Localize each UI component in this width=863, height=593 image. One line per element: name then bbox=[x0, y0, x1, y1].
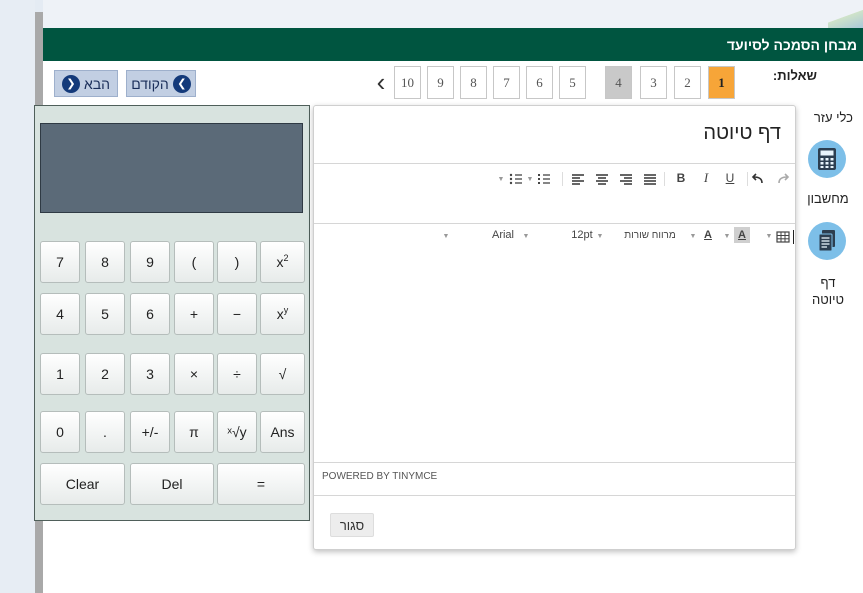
key-square[interactable]: x2 bbox=[260, 241, 305, 283]
bullet-list-dropdown-icon[interactable]: ▼ bbox=[497, 172, 505, 186]
footer-divider bbox=[314, 495, 795, 496]
calculator-panel: 7 8 9 ( ) x2 4 5 6 + − xy 1 2 3 × ÷ √ 0 … bbox=[34, 105, 310, 521]
toolbar-divider bbox=[664, 172, 665, 186]
chevron-right-icon: ❯ bbox=[172, 74, 191, 93]
numbered-list-icon[interactable] bbox=[536, 171, 552, 187]
draft-tool-label: דף טיוטה bbox=[800, 274, 856, 308]
calculator-icon bbox=[818, 148, 836, 170]
toolbar-divider-line bbox=[314, 223, 795, 224]
draft-dialog: דף טיוטה U I B ▼ ▼ ▼ A ▼ A ▼ מרווח שורות… bbox=[313, 105, 796, 550]
questions-label: שאלות: bbox=[772, 68, 817, 83]
key-negate[interactable]: +/- bbox=[130, 411, 170, 453]
bold-button[interactable]: B bbox=[673, 170, 689, 186]
dialog-title-divider bbox=[314, 163, 795, 164]
key-8[interactable]: 8 bbox=[85, 241, 125, 283]
text-caret bbox=[793, 230, 794, 244]
key-power[interactable]: xy bbox=[260, 293, 305, 335]
key-6[interactable]: 6 bbox=[130, 293, 170, 335]
underline-button[interactable]: U bbox=[722, 170, 738, 186]
key-multiply[interactable]: × bbox=[174, 353, 214, 395]
key-9[interactable]: 9 bbox=[130, 241, 170, 283]
toolbar-divider bbox=[562, 172, 563, 186]
draft-dialog-title: דף טיוטה bbox=[703, 122, 781, 144]
draft-editor[interactable] bbox=[314, 226, 795, 462]
prev-button[interactable]: ❯ הקודם bbox=[126, 70, 196, 97]
top-decoration bbox=[828, 0, 863, 28]
question-9[interactable]: 9 bbox=[427, 66, 454, 99]
bullet-list-icon[interactable] bbox=[508, 171, 524, 187]
toolbar-divider bbox=[747, 172, 748, 186]
key-3[interactable]: 3 bbox=[130, 353, 170, 395]
key-plus[interactable]: + bbox=[174, 293, 214, 335]
question-6[interactable]: 6 bbox=[526, 66, 553, 99]
next-button[interactable]: הבא ❮ bbox=[54, 70, 118, 97]
tools-title: כלי עזר bbox=[813, 110, 853, 125]
draft-label-line2: טיוטה bbox=[812, 292, 844, 307]
calculator-tool-button[interactable] bbox=[808, 140, 846, 178]
draft-label-line1: דף bbox=[820, 275, 836, 290]
question-5[interactable]: 5 bbox=[559, 66, 586, 99]
key-ans[interactable]: Ans bbox=[260, 411, 305, 453]
key-1[interactable]: 1 bbox=[40, 353, 80, 395]
key-decimal[interactable]: . bbox=[85, 411, 125, 453]
undo-icon[interactable] bbox=[750, 171, 766, 187]
key-pi[interactable]: π bbox=[174, 411, 214, 453]
redo-icon[interactable] bbox=[775, 171, 791, 187]
key-4[interactable]: 4 bbox=[40, 293, 80, 335]
align-right-icon[interactable] bbox=[618, 171, 634, 187]
question-10[interactable]: 10 bbox=[394, 66, 421, 99]
key-power-base: x bbox=[276, 306, 284, 322]
prev-label: הקודם bbox=[131, 75, 169, 92]
key-equals[interactable]: = bbox=[217, 463, 305, 505]
question-4[interactable]: 4 bbox=[605, 66, 632, 99]
close-button[interactable]: סגור bbox=[330, 513, 374, 537]
align-justify-icon[interactable] bbox=[642, 171, 658, 187]
key-nth-root[interactable]: ˣ√y bbox=[217, 411, 257, 453]
key-square-exp: 2 bbox=[283, 253, 289, 263]
key-power-exp: y bbox=[283, 305, 289, 315]
key-sqrt[interactable]: √ bbox=[260, 353, 305, 395]
powered-by-label: POWERED BY TINYMCE bbox=[322, 471, 438, 482]
numbered-list-dropdown-icon[interactable]: ▼ bbox=[526, 172, 534, 186]
key-2[interactable]: 2 bbox=[85, 353, 125, 395]
question-2[interactable]: 2 bbox=[674, 66, 701, 99]
document-icon bbox=[818, 230, 835, 252]
key-clear[interactable]: Clear bbox=[40, 463, 125, 505]
calculator-tool-label: מחשבון bbox=[807, 191, 849, 206]
chevron-left-icon: ❮ bbox=[61, 74, 80, 93]
key-5[interactable]: 5 bbox=[85, 293, 125, 335]
align-center-icon[interactable] bbox=[594, 171, 610, 187]
status-bar-divider bbox=[314, 462, 795, 463]
question-8[interactable]: 8 bbox=[460, 66, 487, 99]
key-divide[interactable]: ÷ bbox=[217, 353, 257, 395]
top-band bbox=[43, 0, 863, 28]
question-7[interactable]: 7 bbox=[493, 66, 520, 99]
align-left-icon[interactable] bbox=[570, 171, 586, 187]
italic-button[interactable]: I bbox=[698, 170, 714, 186]
question-1[interactable]: 1 bbox=[708, 66, 735, 99]
next-label: הבא bbox=[83, 75, 111, 92]
key-left-paren[interactable]: ( bbox=[174, 241, 214, 283]
key-square-base: x bbox=[276, 254, 284, 270]
key-delete[interactable]: Del bbox=[130, 463, 214, 505]
questions-scroll-left-icon[interactable]: ‹ bbox=[372, 69, 390, 96]
calculator-display bbox=[40, 123, 303, 213]
question-3[interactable]: 3 bbox=[640, 66, 667, 99]
background-left bbox=[0, 0, 35, 593]
key-0[interactable]: 0 bbox=[40, 411, 80, 453]
key-right-paren[interactable]: ) bbox=[217, 241, 257, 283]
key-7[interactable]: 7 bbox=[40, 241, 80, 283]
page-title: מבחן הסמכה לסיועד bbox=[43, 28, 863, 61]
draft-tool-button[interactable] bbox=[808, 222, 846, 260]
key-minus[interactable]: − bbox=[217, 293, 257, 335]
